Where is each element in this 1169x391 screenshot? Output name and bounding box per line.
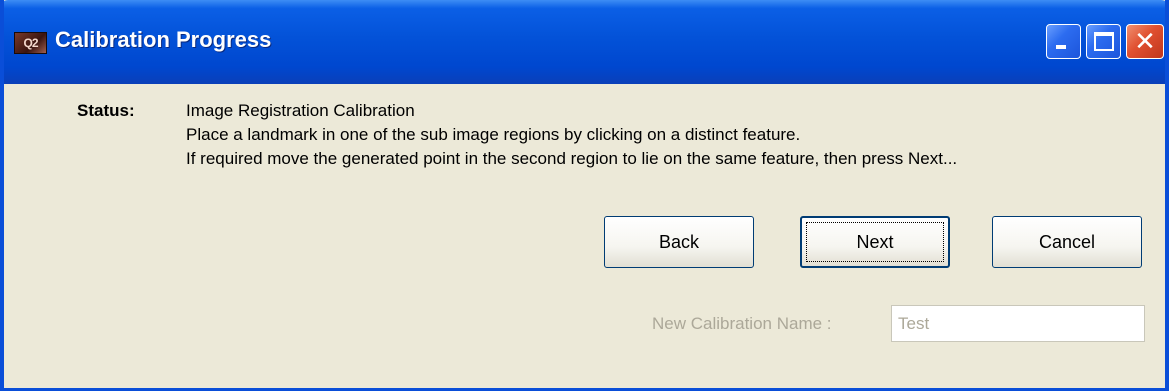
- focus-rectangle: [806, 222, 944, 262]
- title-bar[interactable]: Q2 Calibration Progress ✕: [4, 0, 1165, 84]
- back-button[interactable]: Back: [604, 216, 754, 268]
- status-label: Status:: [77, 101, 135, 120]
- calibration-progress-window: Q2 Calibration Progress ✕ Status: Image …: [0, 0, 1169, 391]
- calibration-name-label: New Calibration Name :: [652, 314, 832, 333]
- maximize-icon: [1094, 32, 1114, 51]
- calibration-name-input[interactable]: [891, 305, 1145, 342]
- minimize-button[interactable]: [1046, 24, 1081, 59]
- back-button-label: Back: [658, 231, 700, 252]
- close-icon: ✕: [1134, 27, 1156, 57]
- cancel-button[interactable]: Cancel: [992, 216, 1142, 268]
- app-icon[interactable]: Q2: [14, 32, 47, 54]
- maximize-button[interactable]: [1086, 24, 1121, 59]
- status-line-next-step: If required move the generated point in …: [186, 149, 958, 168]
- status-line-instruction: Place a landmark in one of the sub image…: [186, 125, 801, 144]
- next-button[interactable]: Next: [800, 216, 950, 268]
- cancel-button-label: Cancel: [1038, 231, 1096, 252]
- minimize-icon: [1056, 45, 1066, 49]
- status-line-title: Image Registration Calibration: [186, 101, 415, 120]
- window-title: Calibration Progress: [55, 27, 272, 52]
- close-button[interactable]: ✕: [1126, 24, 1164, 59]
